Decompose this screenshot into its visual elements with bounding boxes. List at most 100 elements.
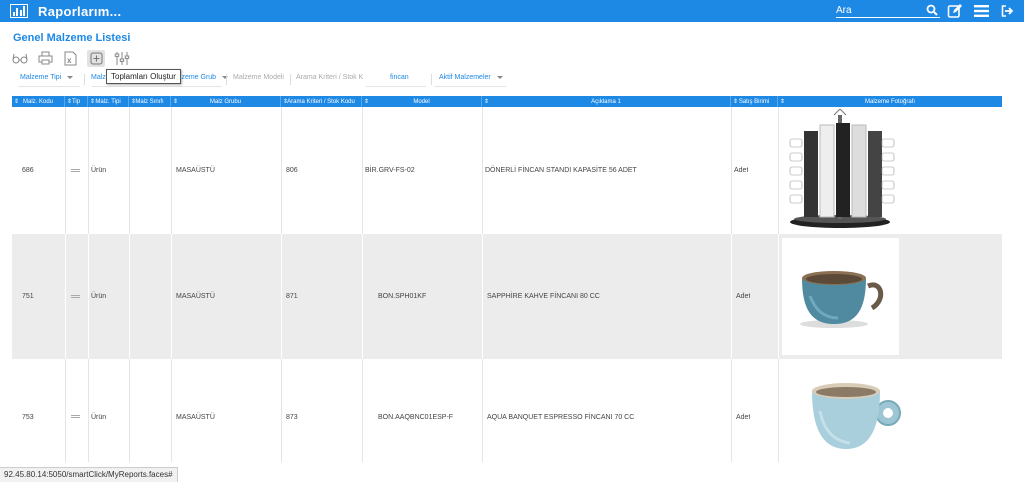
chevron-down-icon: [496, 76, 503, 79]
tooltip: Toplamları Oluştur: [106, 69, 181, 84]
column-label: Malz Grubu: [209, 98, 241, 105]
totals-icon[interactable]: [87, 49, 105, 67]
column-label: Malzeme Fotoğrafı: [864, 98, 916, 105]
cell-model: BON.SPH01KF: [378, 293, 427, 300]
edit-icon[interactable]: [947, 3, 963, 19]
list-icon: [68, 107, 82, 234]
column-label: Malz. Kodu: [22, 98, 53, 105]
sort-icon: ⇕: [173, 99, 179, 105]
column-label: Model: [413, 98, 430, 105]
cell-stok-kodu: 873: [286, 413, 298, 421]
column-label: Tip: [71, 98, 81, 105]
column-label: Arama Kriteri / Stok Kodu: [287, 98, 355, 105]
sort-icon: ⇕: [780, 99, 786, 105]
filter-label: Malzeme Tipi: [20, 74, 62, 81]
excel-export-icon[interactable]: x: [62, 50, 78, 66]
search-box[interactable]: [836, 3, 940, 18]
cell-aciklama: SAPPHİRE KAHVE FİNCANI 80 CC: [487, 293, 600, 300]
divider: [362, 107, 363, 234]
column-header-model[interactable]: ⇕ Model: [362, 96, 482, 107]
materials-table: ⇕ Malz. Kodu ⇕ Tip ⇕ Malz. Tipi ⇕ Malz Sınıf…: [12, 96, 1002, 462]
column-label: Satış Birimi: [738, 98, 770, 105]
column-header-malz-sinifi[interactable]: ⇕ Malz Sınıfı: [129, 96, 171, 107]
cell-stok-kodu: 871: [286, 293, 298, 300]
divider: [434, 86, 506, 87]
cell-satis-birimi: Adet: [736, 413, 751, 421]
sort-icon: ⇕: [733, 99, 739, 105]
blue-coffee-cup-image: [800, 271, 884, 328]
table-row[interactable]: 686 Ürün MASAÜSTÜ 806 BİR.GRV-FS-02 DÖNE…: [12, 107, 1002, 234]
rotating-cup-stand-image: [789, 108, 895, 228]
divider: [65, 107, 66, 234]
cell-model: BON.AAQBNC01ESP-F: [378, 413, 454, 421]
print-icon[interactable]: [37, 50, 53, 66]
sort-icon: ⇕: [67, 99, 73, 105]
divider: [88, 107, 89, 234]
column-header-tip[interactable]: ⇕ Tip: [65, 96, 88, 107]
cell-stok-kodu: 806: [286, 167, 298, 174]
sort-icon: ⇕: [364, 99, 370, 105]
divider: [482, 107, 483, 234]
filter-malzeme-modeli[interactable]: Malzeme Modeli: [233, 74, 284, 81]
divider: [362, 359, 363, 462]
filter-aktif-malzemeler[interactable]: Aktif Malzemeler: [439, 74, 503, 81]
page-title: Genel Malzeme Listesi: [13, 32, 131, 44]
column-header-arama-kriteri[interactable]: ⇕ Arama Kriteri / Stok Kodu: [281, 96, 362, 107]
filter-malzeme-sinifi[interactable]: Malz: [91, 74, 106, 81]
cell-satis-birimi: Adet: [734, 167, 749, 174]
report-toolbar: x: [12, 49, 130, 67]
search-input[interactable]: [836, 4, 922, 16]
product-photo-cup-stand: [782, 108, 900, 232]
filter-label: alzeme Grub: [176, 74, 217, 81]
glasses-icon[interactable]: [12, 50, 28, 66]
sort-icon: ⇕: [484, 99, 490, 105]
filter-label: Malz: [91, 74, 106, 81]
divider: [92, 86, 222, 87]
divider: [431, 74, 432, 85]
list-icon: [68, 234, 82, 359]
logout-icon[interactable]: [1001, 5, 1014, 17]
table-row[interactable]: 751 Ürün MASAÜSTÜ 871 BON.SPH01KF SAPPHİ…: [12, 234, 1002, 359]
divider: [362, 234, 363, 359]
divider: [731, 234, 732, 359]
menu-icon[interactable]: [974, 5, 989, 17]
divider: [65, 359, 66, 462]
divider: [281, 107, 282, 234]
divider: [731, 107, 732, 234]
column-header-malz-tipi[interactable]: ⇕ Malz. Tipi: [88, 96, 129, 107]
cell-malz-grubu: MASAÜSTÜ: [176, 413, 215, 421]
table-header: ⇕ Malz. Kodu ⇕ Tip ⇕ Malz. Tipi ⇕ Malz Sınıf…: [12, 96, 1002, 107]
settings-sliders-icon[interactable]: [114, 50, 130, 66]
filter-label: Malzeme Modeli: [233, 74, 284, 81]
column-header-malz-kodu[interactable]: ⇕ Malz. Kodu: [12, 96, 65, 107]
column-header-malz-grubu[interactable]: ⇕ Malz Grubu: [171, 96, 281, 107]
filter-malzeme-grubu[interactable]: alzeme Grub: [176, 74, 229, 81]
divider: [171, 359, 172, 462]
divider: [778, 107, 779, 234]
divider: [88, 234, 89, 359]
search-icon[interactable]: [926, 4, 938, 16]
cell-malz-tipi: Ürün: [91, 167, 107, 174]
cell-satis-birimi: Adet: [736, 293, 751, 300]
filter-malzeme-tipi[interactable]: Malzeme Tipi: [20, 74, 74, 81]
app-header: Raporlarım...: [0, 0, 1024, 22]
filter-arama-kriteri[interactable]: Arama Kriteri / Stok K: [296, 74, 363, 81]
column-label: Malz Sınıfı: [135, 98, 164, 105]
table-row[interactable]: 753 Ürün MASAÜSTÜ 873 BON.AAQBNC01ESP-F …: [12, 359, 1002, 462]
list-icon: [68, 359, 82, 462]
filter-search-value[interactable]: fincan: [390, 74, 409, 81]
column-header-aciklama[interactable]: ⇕ Açıklama 1: [482, 96, 731, 107]
divider: [171, 234, 172, 359]
divider: [281, 359, 282, 462]
app-title[interactable]: Raporlarım...: [38, 4, 121, 19]
cell-malz-kodu: 753: [22, 413, 34, 421]
divider: [281, 234, 282, 359]
column-header-satis-birimi[interactable]: ⇕ Satış Birimi: [731, 96, 778, 107]
filter-label: Arama Kriteri / Stok K: [296, 74, 364, 81]
column-header-malzeme-fotografi[interactable]: ⇕ Malzeme Fotoğrafı: [778, 96, 1002, 107]
cell-model: BİR.GRV-FS-02: [365, 167, 415, 174]
cell-malz-tipi: Ürün: [91, 293, 107, 300]
cell-malz-tipi: Ürün: [91, 413, 107, 421]
divider: [88, 359, 89, 462]
bar-chart-icon[interactable]: [10, 4, 28, 18]
